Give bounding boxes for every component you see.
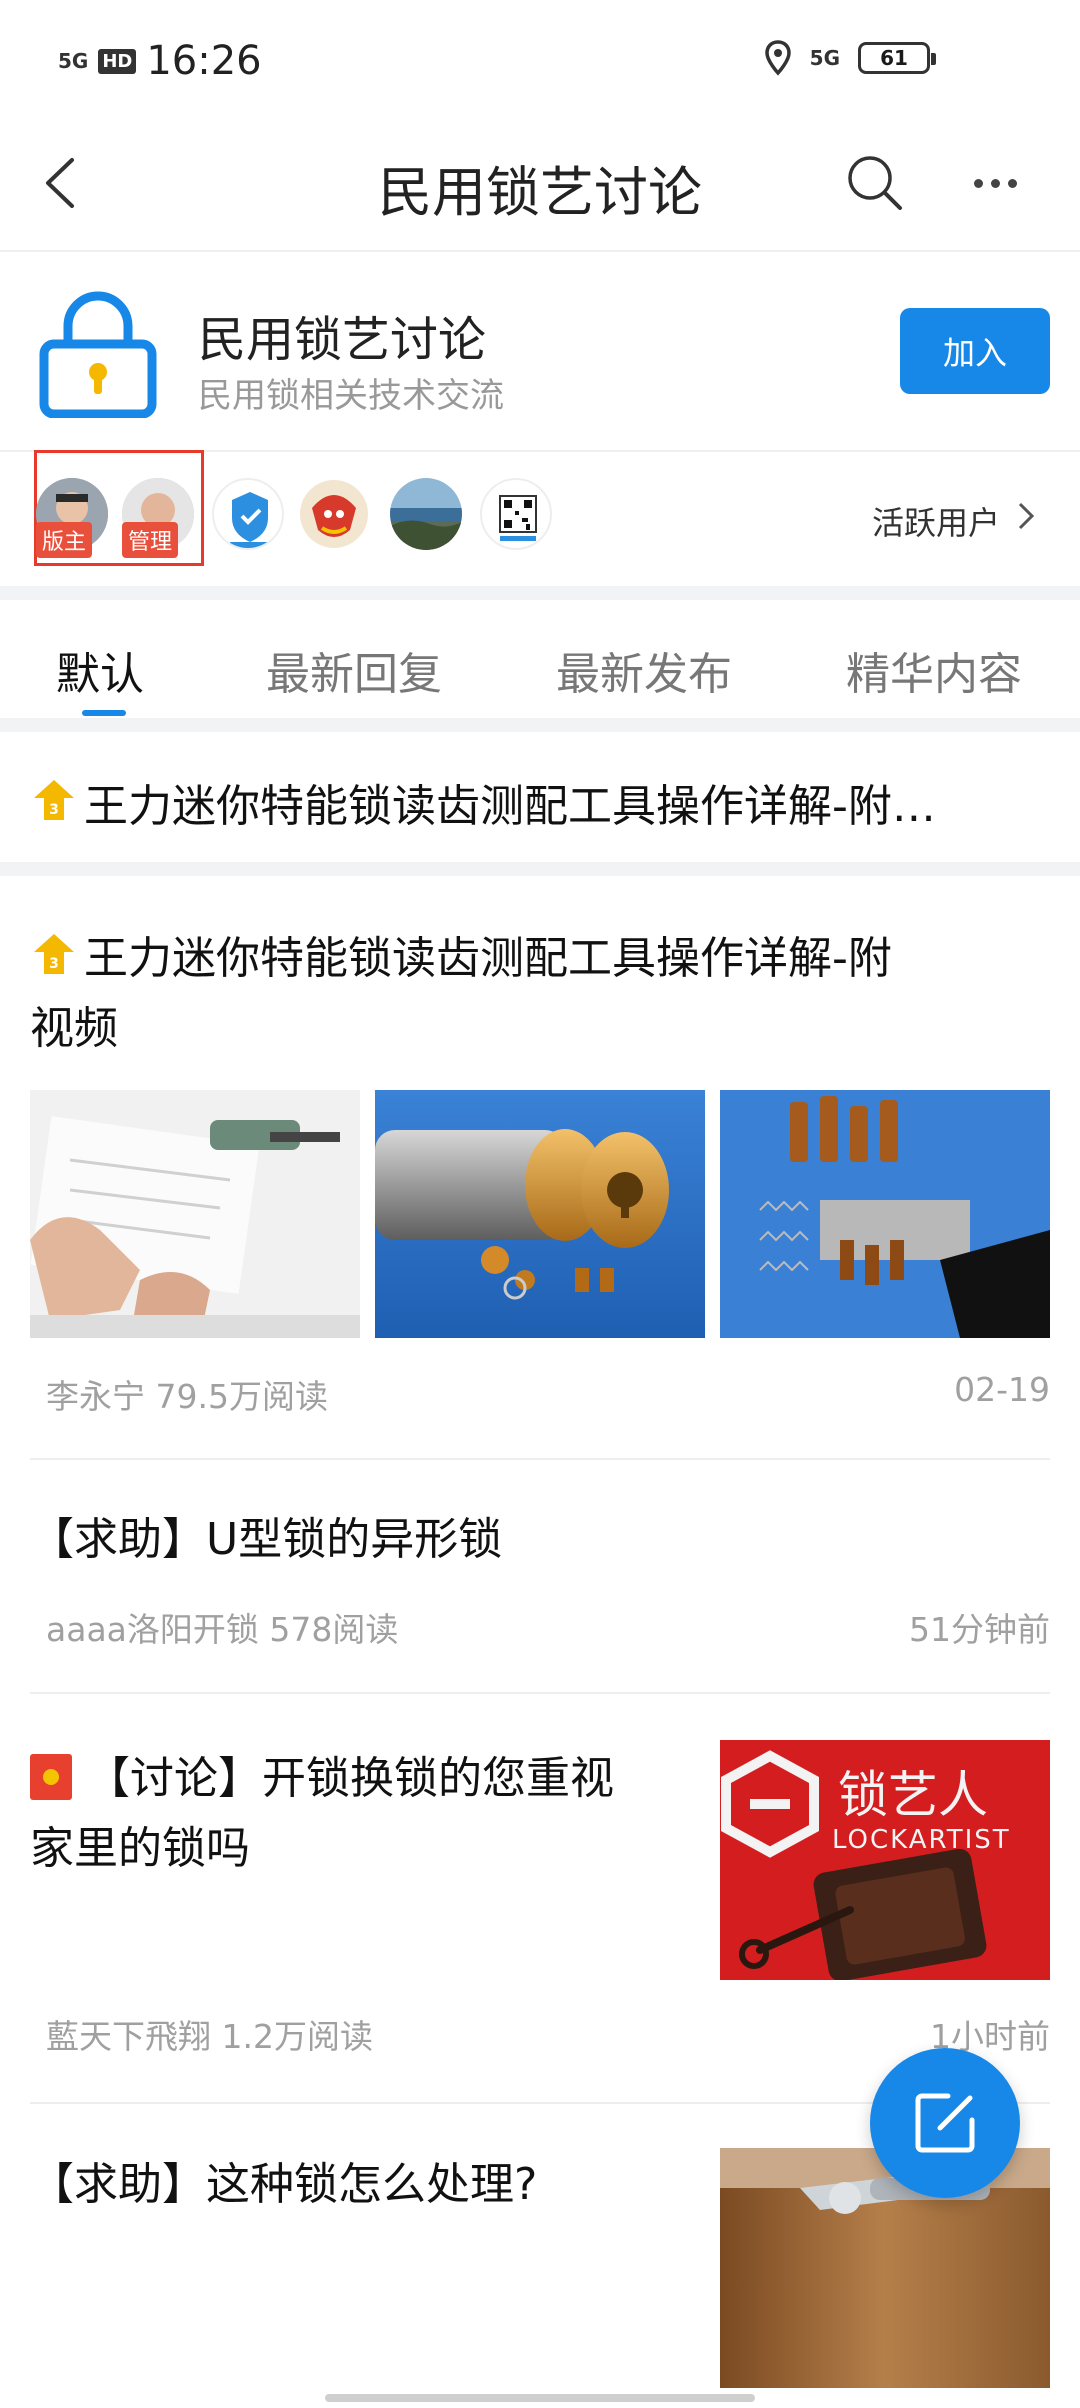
admin-badge: 管理 xyxy=(122,522,179,558)
section-gap xyxy=(0,862,1080,876)
edit-icon xyxy=(915,2093,975,2153)
post-thumbnail[interactable] xyxy=(720,1090,1050,1338)
status-bar: 5G HD 16:26 5G 61 xyxy=(0,0,1080,120)
post-title[interactable]: 【讨论】开锁换锁的您重视 xyxy=(86,1744,614,1814)
tab-latest-post[interactable]: 最新发布 xyxy=(556,638,732,702)
clock: 16:26 xyxy=(146,38,262,84)
svg-text:3: 3 xyxy=(49,802,59,818)
forum-header: 民用锁艺讨论 民用锁相关技术交流 加入 xyxy=(0,250,1080,450)
post-author-views: 李永宁 79.5万阅读 xyxy=(46,1377,328,1416)
active-tab-indicator xyxy=(82,710,126,716)
post-title[interactable]: 王力迷你特能锁读齿测配工具操作详解-附 xyxy=(84,924,892,994)
active-users-label[interactable]: 活跃用户 xyxy=(872,498,1000,544)
chevron-right-icon xyxy=(1018,502,1035,530)
post-thumbnail[interactable] xyxy=(720,2148,1050,2388)
active-users-row[interactable]: 版主 管理 活跃用户 xyxy=(0,450,1080,588)
lock-icon xyxy=(39,291,157,418)
tab-featured[interactable]: 精华内容 xyxy=(846,638,1022,702)
post-time: 51分钟前 xyxy=(909,1610,1050,1649)
moderator-badge: 版主 xyxy=(36,522,93,558)
top-pin-icon: 3 xyxy=(34,934,74,974)
user-avatar[interactable] xyxy=(480,478,552,550)
page-title: 民用锁艺讨论 xyxy=(378,161,702,224)
search-button[interactable] xyxy=(840,148,910,218)
post-title-continued[interactable]: 视频 xyxy=(30,994,118,1064)
post-thumbnail[interactable] xyxy=(30,1090,360,1338)
divider xyxy=(30,1458,1050,1460)
join-button[interactable]: 加入 xyxy=(900,308,1050,394)
forum-name: 民用锁艺讨论 xyxy=(198,312,487,368)
top-pin-icon: 3 xyxy=(34,780,74,820)
more-dot xyxy=(990,178,1000,188)
forum-description: 民用锁相关技术交流 xyxy=(198,376,504,416)
post-time: 02-19 xyxy=(954,1370,1050,1409)
nav-bar: 民用锁艺讨论 xyxy=(0,120,1080,250)
thumbnail-brand-en: LOCKARTIST xyxy=(832,1825,1011,1855)
post-thumbnail[interactable]: 锁艺人 LOCKARTIST xyxy=(720,1740,1050,1980)
user-avatar[interactable] xyxy=(390,478,462,550)
post-title-continued[interactable]: 家里的锁吗 xyxy=(30,1814,250,1884)
hd-icon: HD xyxy=(98,48,137,74)
user-avatar[interactable] xyxy=(298,478,370,550)
thumbnail-brand-cn: 锁艺人 xyxy=(838,1766,988,1824)
home-indicator[interactable] xyxy=(325,2394,755,2402)
location-icon xyxy=(764,40,791,76)
post-thumbnail[interactable] xyxy=(375,1090,705,1338)
more-button[interactable] xyxy=(960,148,1030,218)
post-title[interactable]: 【求助】这种锁怎么处理? xyxy=(30,2150,537,2220)
signal-5g-icon: 5G xyxy=(809,46,840,70)
post-title[interactable]: 【求助】U型锁的异形锁 xyxy=(30,1505,502,1575)
discussion-badge-icon xyxy=(30,1754,72,1800)
more-dot xyxy=(1007,178,1017,188)
user-avatar[interactable] xyxy=(212,478,284,550)
post-author-views: aaaa洛阳开锁 578阅读 xyxy=(46,1610,399,1649)
divider xyxy=(30,1692,1050,1694)
pinned-post-title[interactable]: 王力迷你特能锁读齿测配工具操作详解-附… xyxy=(84,770,1044,834)
tab-latest-reply[interactable]: 最新回复 xyxy=(266,638,442,702)
tab-bar: 默认 最新回复 最新发布 精华内容 xyxy=(0,598,1080,718)
section-gap xyxy=(0,718,1080,732)
battery-icon: 61 xyxy=(858,42,936,74)
compose-button[interactable] xyxy=(870,2048,1020,2198)
tab-default[interactable]: 默认 xyxy=(56,638,144,702)
pinned-post[interactable]: 3 王力迷你特能锁读齿测配工具操作详解-附… xyxy=(0,732,1080,862)
search-icon xyxy=(848,156,902,210)
svg-text:3: 3 xyxy=(49,956,59,972)
post-author-views: 藍天下飛翔 1.2万阅读 xyxy=(46,2017,373,2056)
more-dot xyxy=(973,178,983,188)
signal-icon: 5G xyxy=(58,49,89,73)
